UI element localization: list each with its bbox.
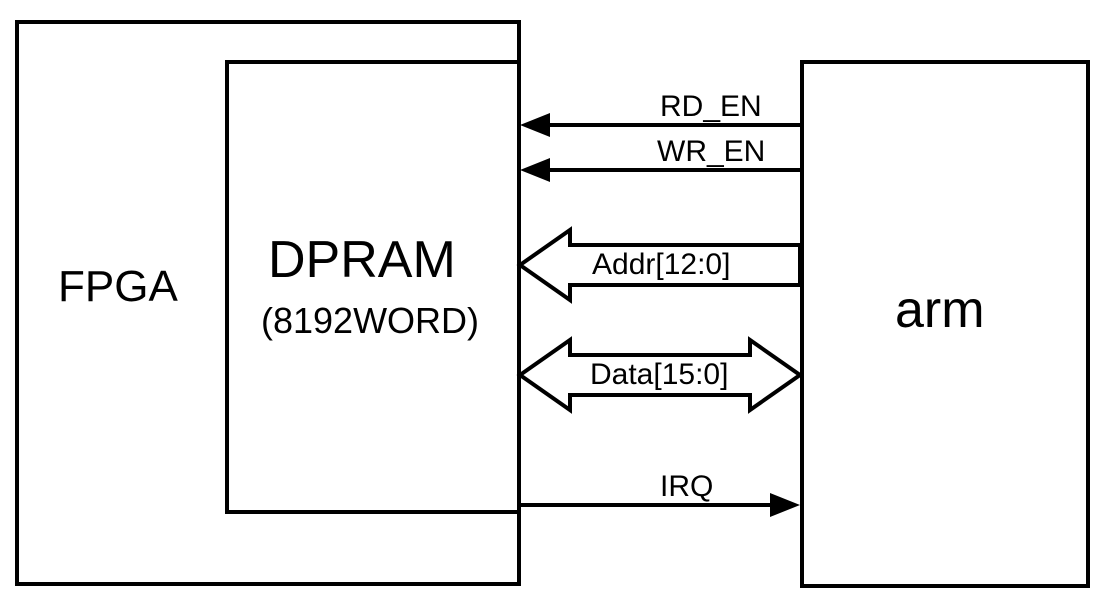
fpga-label: FPGA [58,262,178,312]
arm-label: arm [895,280,985,340]
dpram-subtitle: (8192WORD) [261,300,479,342]
wr-en-label: WR_EN [657,135,765,169]
addr-label: Addr[12:0] [592,248,730,282]
dpram-title: DPRAM [268,230,456,290]
rd-en-label: RD_EN [660,90,762,124]
data-label: Data[15:0] [590,358,728,392]
irq-label: IRQ [660,470,713,504]
